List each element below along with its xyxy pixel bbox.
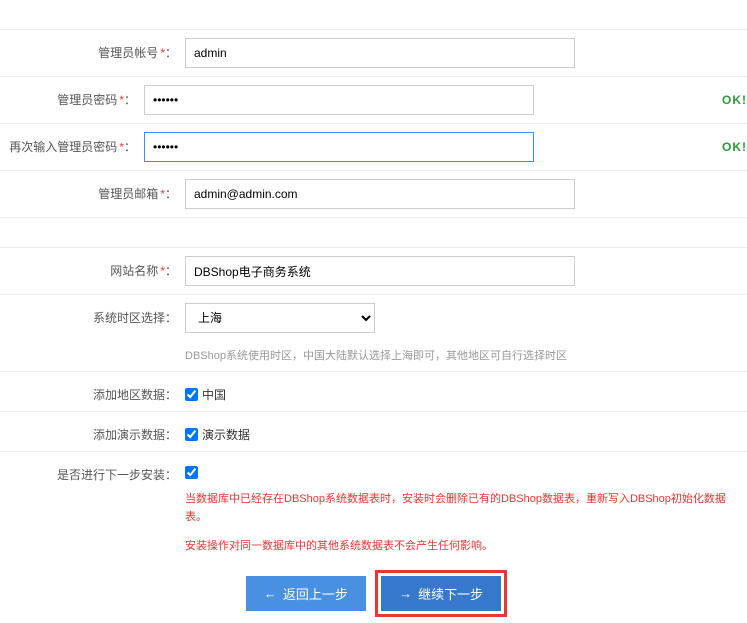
select-timezone[interactable]: 上海 [185, 303, 375, 333]
input-admin-email[interactable] [185, 179, 575, 209]
top-spacer [0, 0, 747, 30]
status-admin-pass: OK! [542, 93, 747, 107]
input-site-name[interactable] [185, 256, 575, 286]
checkbox-demo[interactable] [185, 428, 198, 441]
mid-spacer [0, 218, 747, 248]
checkbox-demo-label: 演示数据 [202, 426, 250, 443]
row-region: 添加地区数据： 中国 [0, 372, 747, 412]
checkbox-region[interactable] [185, 388, 198, 401]
label-admin-user: 管理员帐号*： [0, 38, 185, 61]
label-admin-pass2: 再次输入管理员密码*： [0, 132, 144, 155]
input-admin-user[interactable] [185, 38, 575, 68]
row-site-name: 网站名称*： [0, 248, 747, 295]
row-timezone: 系统时区选择： 上海 DBShop系统使用时区，中国大陆默认选择上海即可，其他地… [0, 295, 747, 372]
row-demo: 添加演示数据： 演示数据 [0, 412, 747, 452]
input-admin-pass[interactable] [144, 85, 534, 115]
arrow-right-icon: → [399, 586, 412, 601]
row-proceed: 是否进行下一步安装： 当数据库中已经存在DBShop系统数据表时，安装时会删除已… [0, 452, 747, 564]
label-timezone: 系统时区选择： [0, 303, 185, 326]
next-button[interactable]: → 继续下一步 [381, 576, 501, 611]
label-admin-email: 管理员邮箱*： [0, 179, 185, 202]
label-demo: 添加演示数据： [0, 420, 185, 443]
label-proceed: 是否进行下一步安装： [0, 460, 185, 483]
row-admin-user: 管理员帐号*： [0, 30, 747, 77]
status-admin-pass2: OK! [542, 140, 747, 154]
checkbox-region-label: 中国 [202, 386, 226, 403]
label-admin-pass: 管理员密码*： [0, 85, 144, 108]
help-timezone: DBShop系统使用时区，中国大陆默认选择上海即可，其他地区可自行选择时区 [185, 347, 567, 363]
arrow-left-icon: ← [264, 586, 277, 601]
back-button[interactable]: ← 返回上一步 [246, 576, 366, 611]
row-admin-pass2: 再次输入管理员密码*： OK! [0, 124, 747, 171]
warn-proceed-2: 安装操作对同一数据库中的其他系统数据表不会产生任何影响。 [185, 538, 493, 556]
label-region: 添加地区数据： [0, 380, 185, 403]
warn-proceed-1: 当数据库中已经存在DBShop系统数据表时，安装时会删除已有的DBShop数据表… [185, 491, 747, 526]
input-admin-pass2[interactable] [144, 132, 534, 162]
row-admin-email: 管理员邮箱*： [0, 171, 747, 218]
row-admin-pass: 管理员密码*： OK! [0, 77, 747, 124]
label-site-name: 网站名称*： [0, 256, 185, 279]
checkbox-proceed[interactable] [185, 466, 198, 479]
button-row: ← 返回上一步 → 继续下一步 [0, 564, 747, 623]
